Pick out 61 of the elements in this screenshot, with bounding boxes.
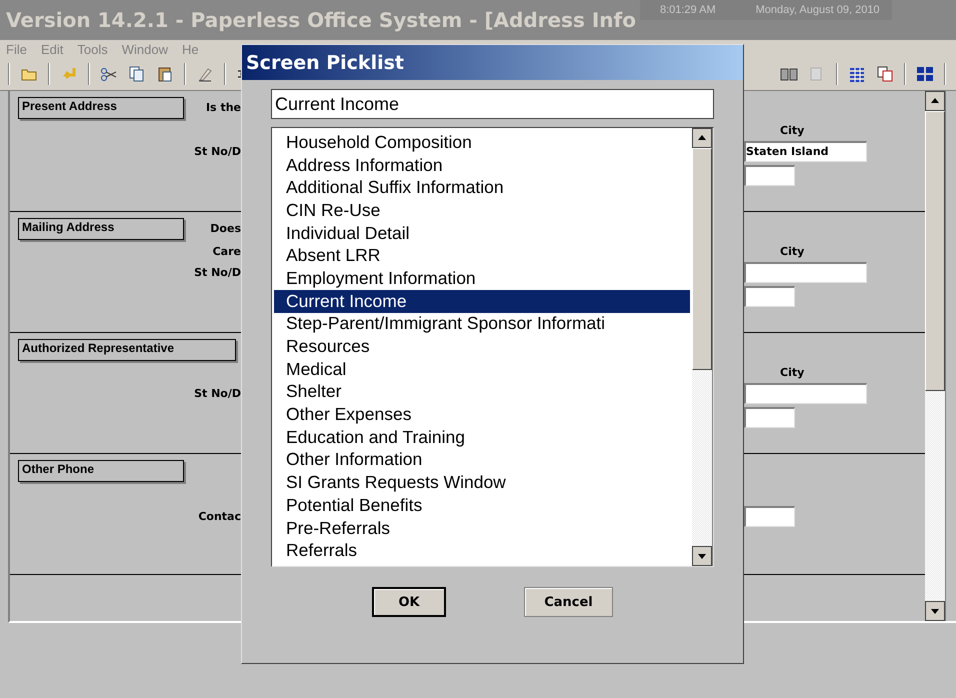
- input-field[interactable]: [744, 165, 795, 186]
- list-item[interactable]: Other Expenses: [274, 403, 690, 426]
- input-field[interactable]: [744, 407, 795, 428]
- paste-icon[interactable]: [156, 65, 174, 83]
- scroll-down-button[interactable]: [925, 601, 945, 621]
- section-header: Mailing Address: [18, 218, 184, 240]
- window-title: Version 14.2.1 - Paperless Office System - [Address Info: [6, 8, 636, 32]
- clock-time: 8:01:29 AM: [660, 4, 716, 16]
- field-label: Contac: [198, 510, 241, 523]
- section-header: Other Phone: [18, 460, 184, 482]
- city-field[interactable]: [744, 382, 867, 404]
- scroll-down-button[interactable]: [692, 546, 712, 566]
- list-item[interactable]: Referrals: [274, 539, 690, 562]
- list-item[interactable]: Education and Training: [274, 426, 690, 449]
- list-item[interactable]: CIN Re-Use: [274, 199, 690, 222]
- field-label: Is the: [206, 101, 241, 114]
- list-item[interactable]: Resources: [274, 335, 690, 358]
- list-item[interactable]: Address Information: [274, 154, 690, 176]
- list-item[interactable]: Medical: [274, 358, 690, 381]
- section-header: Present Address: [18, 96, 184, 118]
- list-item[interactable]: Absent LRR: [274, 244, 690, 268]
- scrollbar[interactable]: [692, 128, 713, 566]
- scroll-up-button[interactable]: [925, 91, 945, 111]
- input-field[interactable]: [744, 286, 795, 307]
- section-header: Authorized Representative: [18, 338, 236, 360]
- scissors-icon[interactable]: [100, 65, 118, 83]
- field-label: Does: [210, 222, 241, 235]
- scroll-up-button[interactable]: [692, 128, 712, 148]
- field-label: City: [780, 124, 804, 136]
- dialog-title: Screen Picklist: [242, 45, 743, 80]
- list-item[interactable]: Pre-Referrals: [274, 516, 690, 540]
- list-item[interactable]: Individual Detail: [274, 222, 690, 244]
- scrollbar[interactable]: [925, 91, 946, 621]
- field-label: St No/D: [194, 144, 241, 158]
- list-item[interactable]: Shelter: [274, 380, 690, 404]
- list-item[interactable]: Household Composition: [274, 131, 690, 154]
- list-item[interactable]: Other Information: [274, 448, 690, 472]
- list-item[interactable]: SI Grants Requests Window: [274, 471, 690, 494]
- grid-icon[interactable]: [848, 65, 866, 83]
- scroll-thumb[interactable]: [692, 148, 712, 370]
- city-field[interactable]: Staten Island: [744, 140, 867, 162]
- copy-icon[interactable]: [128, 65, 146, 83]
- city-field[interactable]: [744, 262, 867, 282]
- field-label: Care: [212, 244, 241, 258]
- list-item[interactable]: Employment Information: [274, 267, 690, 290]
- field-label: St No/D: [194, 386, 241, 400]
- scroll-thumb[interactable]: [925, 111, 945, 391]
- list-item[interactable]: Potential Benefits: [274, 494, 690, 517]
- search-field[interactable]: Current Income: [271, 89, 714, 119]
- windows-icon[interactable]: [876, 65, 894, 83]
- input-field[interactable]: [744, 506, 795, 527]
- field-label: St No/D: [194, 266, 241, 278]
- field-label: City: [780, 366, 804, 378]
- list-item[interactable]: Step-Parent/Immigrant Sponsor Informati: [274, 312, 690, 336]
- list-item[interactable]: Additional Suffix Information: [274, 176, 690, 200]
- field-label: City: [780, 244, 804, 258]
- tile-icon[interactable]: [916, 65, 934, 83]
- clock-date: Monday, August 09, 2010: [756, 4, 880, 16]
- cancel-button[interactable]: Cancel: [524, 587, 613, 617]
- list-item[interactable]: Current Income: [274, 290, 690, 312]
- ok-button[interactable]: OK: [372, 587, 446, 617]
